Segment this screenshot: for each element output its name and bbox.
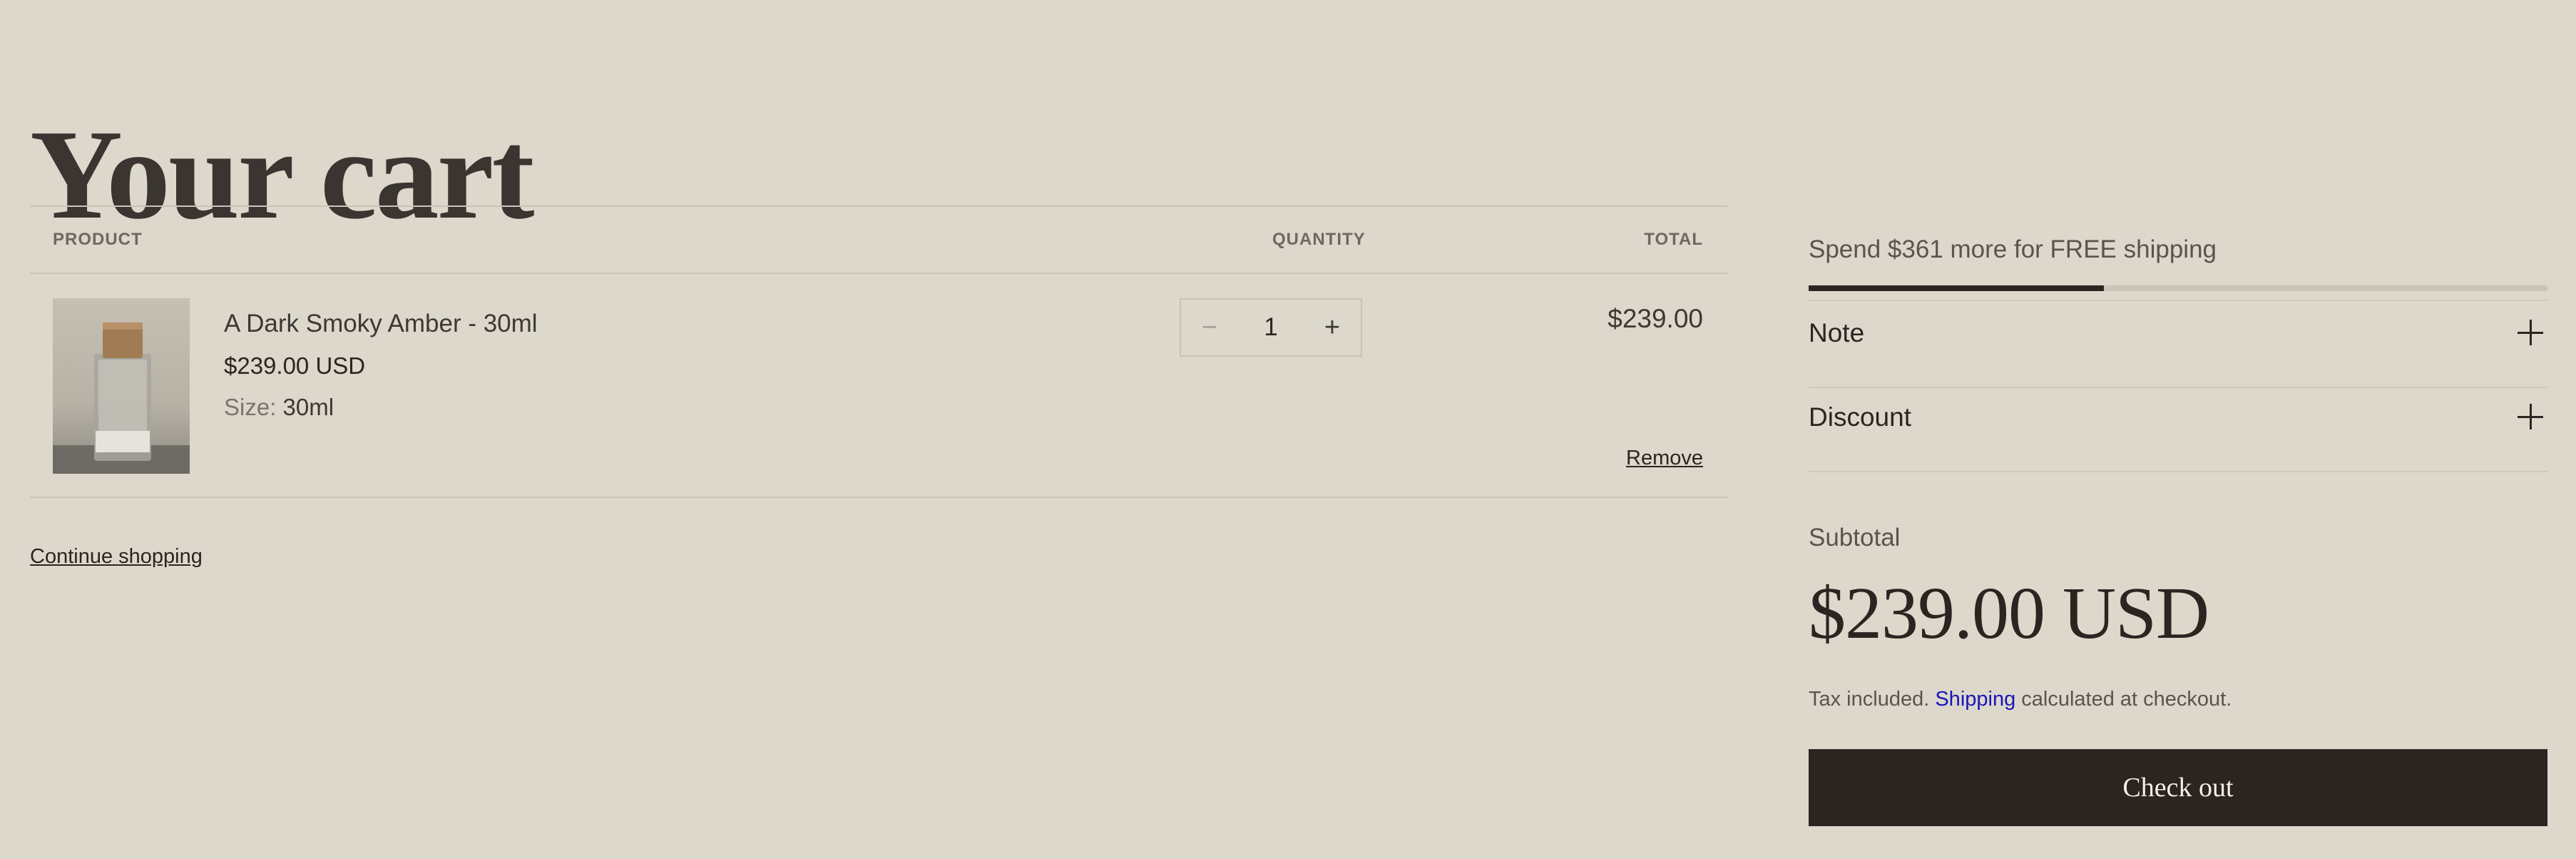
quantity-input[interactable]: 1 <box>1238 300 1304 355</box>
subtotal-value: $239.00 USD <box>1809 572 2209 654</box>
divider <box>1809 387 2547 388</box>
product-name[interactable]: A Dark Smoky Amber - 30ml <box>224 310 538 338</box>
note-label: Note <box>1809 318 1865 347</box>
quantity-stepper: − 1 + <box>1180 298 1362 357</box>
product-image[interactable] <box>53 298 190 474</box>
tax-prefix: Tax included. <box>1809 688 1930 711</box>
plus-icon <box>2518 320 2543 345</box>
divider <box>30 497 1727 498</box>
divider <box>30 205 1727 207</box>
shipping-link[interactable]: Shipping <box>1935 688 2015 711</box>
column-header-total: TOTAL <box>1644 230 1703 249</box>
product-option: Size: 30ml <box>224 394 334 421</box>
tax-suffix: calculated at checkout. <box>2021 688 2232 711</box>
remove-link[interactable]: Remove <box>1626 447 1703 470</box>
option-value: 30ml <box>282 394 334 420</box>
continue-shopping-link[interactable]: Continue shopping <box>30 545 203 569</box>
discount-accordion[interactable]: Discount <box>1809 395 2547 438</box>
column-header-quantity: QUANTITY <box>1272 230 1366 249</box>
free-shipping-progress <box>1809 285 2547 291</box>
line-total: $239.00 <box>1608 304 1703 333</box>
free-shipping-message: Spend $361 more for FREE shipping <box>1809 235 2217 263</box>
product-price: $239.00 USD <box>224 352 366 379</box>
divider <box>1809 471 2547 472</box>
tax-note: Tax included. Shipping calculated at che… <box>1809 688 2232 711</box>
increase-quantity-button[interactable]: + <box>1304 300 1361 355</box>
option-label: Size: <box>224 394 277 420</box>
plus-icon <box>2518 404 2543 430</box>
page-title: Your cart <box>30 103 535 245</box>
subtotal-label: Subtotal <box>1809 524 1901 552</box>
perfume-bottle-icon <box>53 322 190 474</box>
divider <box>30 273 1727 274</box>
decrease-quantity-button[interactable]: − <box>1181 300 1238 355</box>
column-header-product: PRODUCT <box>53 230 143 249</box>
discount-label: Discount <box>1809 402 1911 432</box>
checkout-button[interactable]: Check out <box>1809 749 2547 826</box>
note-accordion[interactable]: Note <box>1809 311 2547 354</box>
divider <box>1809 300 2547 301</box>
progress-fill <box>1809 285 2105 291</box>
